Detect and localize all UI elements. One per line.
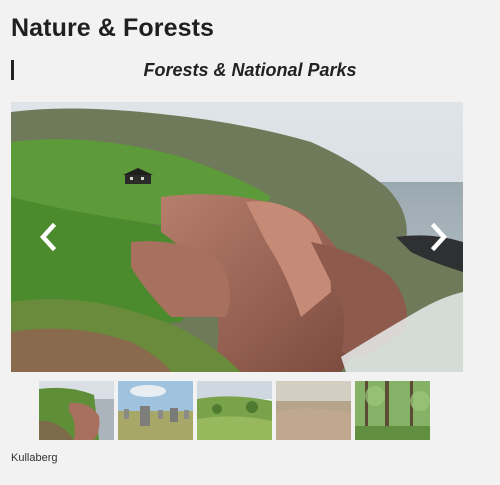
image-caption: Kullaberg [11, 452, 58, 464]
thumbnail-3[interactable] [197, 381, 272, 440]
thumbnail-1[interactable] [39, 381, 114, 440]
page-title: Nature & Forests [11, 14, 215, 42]
gallery-next-button[interactable] [424, 222, 454, 252]
standing-stones-image [118, 381, 193, 440]
thumbnail-4[interactable] [276, 381, 351, 440]
hazy-heath-image [276, 381, 351, 440]
thumbnail-2[interactable] [118, 381, 193, 440]
chevron-right-icon [430, 223, 448, 251]
section-heading: Forests & National Parks [143, 60, 357, 80]
gallery-prev-button[interactable] [33, 222, 63, 252]
thumbnail-5[interactable] [355, 381, 430, 440]
green-forest-image [355, 381, 430, 440]
green-meadow-image [197, 381, 272, 440]
coastal-cliff-image [39, 381, 114, 440]
gallery-main-image [11, 102, 463, 372]
coastal-cliff-photo [11, 102, 463, 372]
gallery-thumbnails [39, 381, 430, 440]
chevron-left-icon [39, 223, 57, 251]
